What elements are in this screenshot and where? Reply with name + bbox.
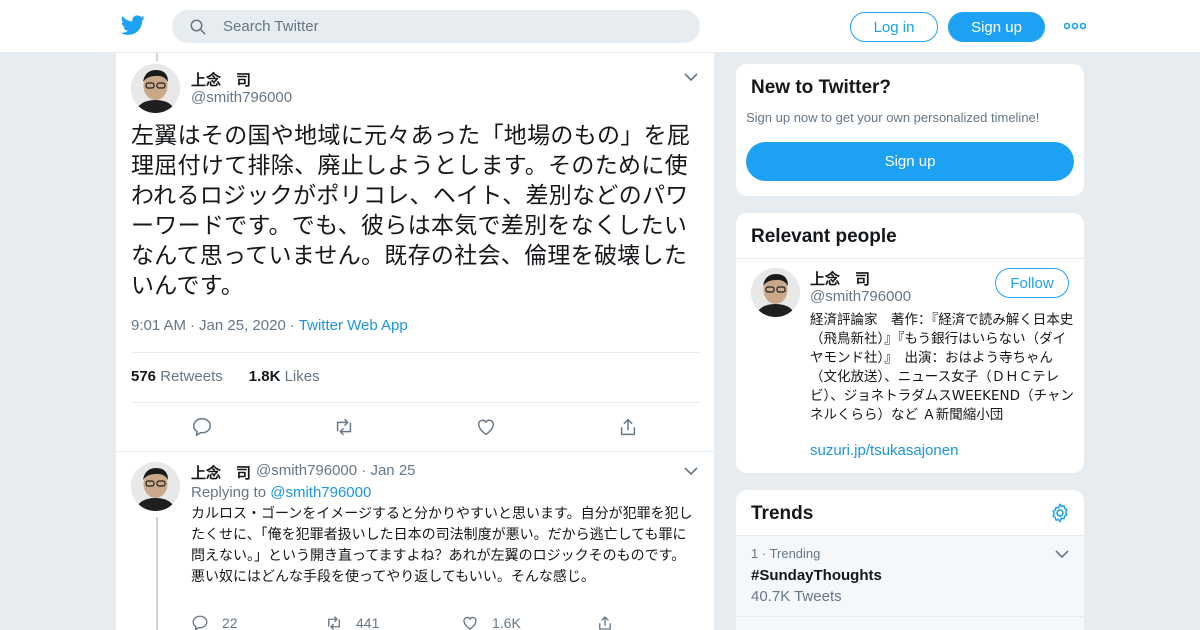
divider	[131, 352, 700, 353]
like-icon	[463, 616, 477, 630]
profile-photo-icon	[751, 268, 800, 317]
trend-meta: 1 · Trending	[751, 546, 821, 561]
tweet-text: 左翼はその国や地域に元々あった「地場のもの」を屁理屈付けて排除、廃止しようとしま…	[131, 123, 691, 299]
relevant-people-card: Relevant people 上念 司 @smith796000 Follow…	[735, 212, 1085, 474]
chevron-down-icon[interactable]	[684, 73, 698, 82]
likes-label: Likes	[284, 368, 320, 385]
retweets-count: 576	[131, 368, 157, 385]
tweet-author-handle[interactable]: @smith796000	[191, 89, 292, 106]
twitter-logo-icon[interactable]	[120, 13, 146, 37]
reply-author-meta: @smith796000 · Jan 25	[256, 462, 416, 479]
share-icon[interactable]	[617, 416, 639, 438]
reply-author-name[interactable]: 上念 司	[191, 462, 251, 483]
like-count: 1.6K	[492, 615, 521, 630]
top-bar: Log in Sign up	[0, 0, 1200, 53]
person-name[interactable]: 上念 司	[810, 268, 870, 289]
tweet-author-name[interactable]: 上念 司	[191, 69, 251, 90]
share-icon	[599, 616, 611, 630]
retweet-icon	[328, 616, 340, 630]
trends-title: Trends	[751, 503, 814, 524]
new-to-twitter-card: New to Twitter? Sign up now to get your …	[735, 63, 1085, 197]
reply-icon[interactable]	[191, 416, 213, 438]
gear-icon[interactable]	[1049, 502, 1071, 524]
profile-photo-icon	[131, 64, 180, 113]
likes-count: 1.8K	[248, 368, 281, 385]
replying-to-handle[interactable]: @smith796000	[270, 484, 371, 501]
search-icon	[190, 19, 206, 35]
avatar[interactable]	[131, 462, 180, 511]
person-handle[interactable]: @smith796000	[810, 288, 911, 305]
thread-connector	[156, 517, 158, 630]
profile-photo-icon	[131, 462, 180, 511]
relevant-people-title: Relevant people	[751, 226, 897, 247]
replying-to: Replying to @smith796000	[191, 484, 371, 501]
chevron-down-icon[interactable]	[684, 467, 698, 476]
search-input[interactable]	[223, 11, 683, 42]
new-to-twitter-title: New to Twitter?	[751, 77, 892, 98]
reply-text: カルロス・ゴーンをイメージすると分かりやすいと思います。自分が犯罪を犯したくせに…	[191, 506, 693, 585]
tweet-stats: 576 Retweets 1.8K Likes	[131, 368, 320, 385]
likes-stat[interactable]: 1.8K Likes	[249, 368, 320, 385]
person-website-link[interactable]: suzuri.jp/tsukasajonen	[810, 442, 958, 459]
share-action[interactable]	[596, 614, 627, 630]
like-action[interactable]: 1.6K	[461, 614, 521, 630]
tweet-date[interactable]: Jan 25, 2020	[199, 317, 286, 334]
avatar[interactable]	[131, 64, 180, 113]
retweet-icon[interactable]	[333, 416, 355, 438]
trend-name[interactable]: #SundayThoughts	[751, 567, 882, 584]
search-bar[interactable]	[172, 10, 700, 43]
signup-button[interactable]: Sign up	[746, 142, 1074, 181]
divider	[736, 535, 1084, 536]
more-options-icon[interactable]	[1064, 20, 1086, 32]
person-bio: 経済評論家 著作：『経済で読み解く日本史 （飛鳥新社）』『もう銀行はいらない（ダ…	[810, 312, 1074, 423]
divider	[116, 451, 714, 452]
tweet-source-link[interactable]: Twitter Web App	[299, 317, 408, 334]
like-icon[interactable]	[475, 416, 497, 438]
retweets-stat[interactable]: 576 Retweets	[131, 368, 223, 385]
signup-button[interactable]: Sign up	[948, 12, 1045, 42]
thread-connector	[156, 53, 158, 61]
reply-author-handle[interactable]: @smith796000	[256, 462, 357, 479]
reply-icon	[192, 615, 208, 630]
avatar[interactable]	[751, 268, 800, 317]
follow-button[interactable]: Follow	[995, 268, 1069, 298]
chevron-down-icon[interactable]	[1055, 550, 1069, 559]
timeline-column: 上念 司 @smith796000 左翼はその国や地域に元々あった「地場のもの」…	[115, 53, 715, 630]
trend-label: Trending	[769, 546, 821, 561]
divider	[131, 402, 700, 403]
new-to-twitter-subtitle: Sign up now to get your own personalized…	[746, 110, 1040, 125]
tweet-timestamp: 9:01 AM · Jan 25, 2020 · Twitter Web App	[131, 317, 408, 334]
reply-date[interactable]: Jan 25	[370, 462, 415, 479]
reply-count: 22	[222, 615, 238, 630]
retweets-label: Retweets	[160, 368, 223, 385]
divider	[736, 616, 1084, 617]
divider	[736, 258, 1084, 259]
reply-action[interactable]: 22	[191, 614, 238, 630]
trends-card: Trends 1 · Trending #SundayThoughts 40.7…	[735, 489, 1085, 630]
trend-rank: 1	[751, 546, 759, 561]
retweet-count: 441	[356, 615, 380, 630]
retweet-action[interactable]: 441	[325, 614, 379, 630]
tweet-time[interactable]: 9:01 AM	[131, 317, 186, 334]
trend-count: 40.7K Tweets	[751, 588, 842, 605]
login-button[interactable]: Log in	[850, 12, 938, 42]
replying-to-label: Replying to	[191, 484, 267, 501]
